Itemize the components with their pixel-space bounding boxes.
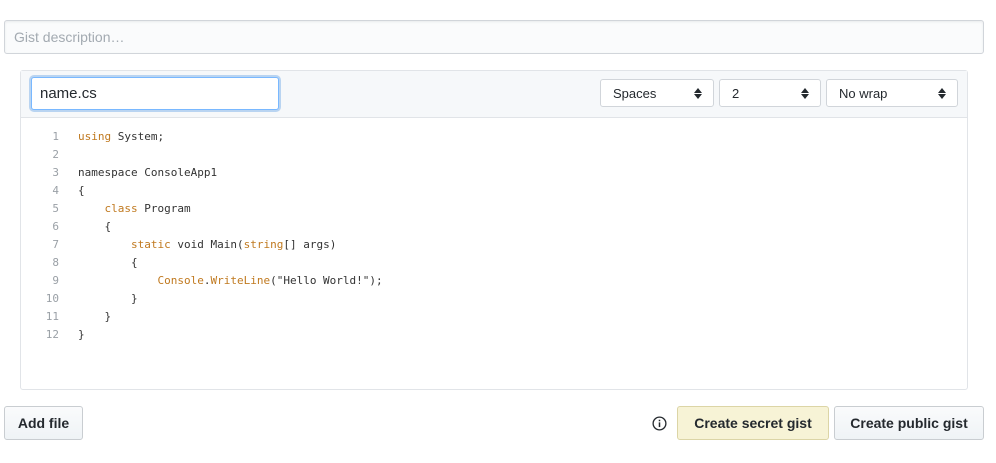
select-arrows-icon [934,87,950,99]
code-text: { [59,182,85,200]
indent-size-value: 2 [732,85,740,101]
code-token: void Main( [170,238,244,251]
code-text: { [59,254,138,272]
line-number: 12 [45,328,59,341]
code-text: using System; [59,128,164,146]
code-text: } [59,290,138,308]
code-text: static void Main(string[] args) [59,236,336,254]
code-line: 6 { [21,218,967,236]
line-number: 8 [52,256,59,269]
code-text: Console.WriteLine("Hello World!"); [59,272,383,290]
code-text: namespace ConsoleApp1 [59,164,217,182]
code-token: ("Hello World!"); [270,274,383,287]
wrap-mode-select[interactable]: No wrap [826,79,958,107]
code-line: 9 Console.WriteLine("Hello World!"); [21,272,967,290]
code-token: } [78,310,112,323]
code-text: { [59,218,111,236]
code-token: { [78,184,85,197]
code-keyword: Console [157,274,204,287]
code-text: class Program [59,200,191,218]
line-number: 9 [52,274,59,287]
file-header: Spaces 2 No wrap [21,71,967,118]
code-token: [] args) [283,238,337,251]
info-icon[interactable] [652,416,667,431]
code-text: } [59,308,111,326]
code-line: 4{ [21,182,967,200]
create-secret-gist-button[interactable]: Create secret gist [677,406,829,440]
select-arrows-icon [797,87,813,99]
code-line: 8 { [21,254,967,272]
code-keyword: using [78,130,112,143]
code-editor[interactable]: 1 using System; 2 3 namespace ConsoleApp1 4{5… [21,128,967,344]
code-token: } [78,292,138,305]
line-number: 5 [52,202,59,215]
add-file-button[interactable]: Add file [4,406,83,440]
wrap-mode-value: No wrap [839,85,888,101]
code-text: } [59,326,85,344]
line-number: 6 [52,220,59,233]
code-token: } [78,328,85,341]
indent-mode-value: Spaces [613,85,657,101]
code-token: Program [137,202,191,215]
code-line: 1 using System; [21,128,967,146]
create-public-gist-button[interactable]: Create public gist [834,406,984,440]
select-arrows-icon [690,87,706,99]
code-keyword: WriteLine [210,274,271,287]
code-line: 12} [21,326,967,344]
line-number: 10 [45,292,59,305]
code-token: { [78,256,138,269]
file-editor: Spaces 2 No wrap 1using System;23namespa… [20,70,968,390]
line-number: 3 [52,166,59,179]
code-keyword: string [243,238,284,251]
code-line: 3 namespace ConsoleApp1 [21,164,967,182]
line-number: 4 [52,184,59,197]
code-token: System; [111,130,165,143]
line-number: 1 [52,130,59,143]
code-token: namespace ConsoleApp1 [78,166,218,179]
code-line: 10 } [21,290,967,308]
line-number: 7 [52,238,59,251]
code-line: 2 [21,146,967,164]
filename-input[interactable] [31,77,279,110]
code-token: { [78,220,112,233]
code-line: 5 class Program [21,200,967,218]
code-line: 7 static void Main(string[] args) [21,236,967,254]
gist-description-input[interactable] [4,20,984,54]
line-number: 11 [45,310,59,323]
indent-mode-select[interactable]: Spaces [600,79,714,107]
code-keyword: class [104,202,138,215]
code-line: 11 } [21,308,967,326]
code-keyword: static [130,238,171,251]
line-number: 2 [52,148,59,161]
indent-size-select[interactable]: 2 [719,79,821,107]
